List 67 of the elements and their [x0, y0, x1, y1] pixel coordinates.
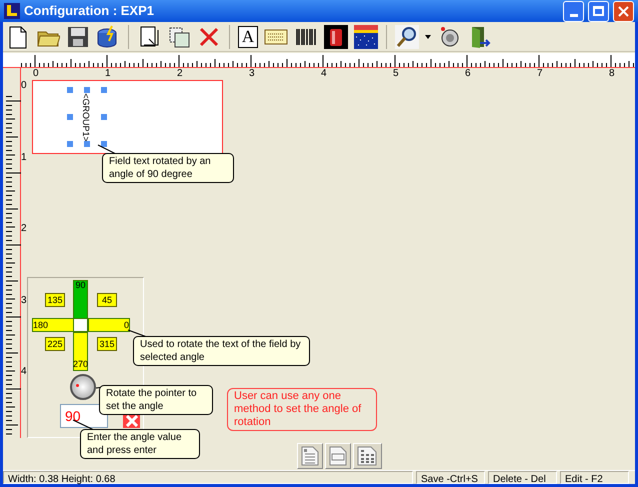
angle-button[interactable]: 45: [97, 293, 117, 307]
app-icon: [4, 3, 20, 19]
shortcut-hint: Delete - Del: [488, 471, 557, 484]
selection-handle[interactable]: [67, 141, 73, 147]
maximize-button[interactable]: [588, 0, 609, 22]
angle-arm[interactable]: 90: [73, 280, 88, 319]
documents-icon: [167, 24, 191, 48]
close-button[interactable]: [613, 0, 634, 22]
image-button[interactable]: [354, 24, 378, 48]
ruler-label: 5: [393, 69, 399, 79]
rotation-knob[interactable]: [70, 374, 96, 400]
selection-handle[interactable]: [84, 87, 90, 93]
minimize-button[interactable]: [563, 0, 584, 22]
close-icon: [126, 414, 138, 426]
selection-handle[interactable]: [101, 141, 107, 147]
shortcut-hint: Save -Ctrl+S: [416, 471, 485, 484]
ruler-label: 4: [21, 367, 27, 377]
grid-view-button[interactable]: [352, 443, 382, 469]
note: User can use any one method to set the angle of rotation: [227, 388, 377, 431]
can-button[interactable]: [324, 24, 348, 48]
callout: Enter the angle value and press enter: [80, 429, 200, 459]
angle-button[interactable]: 315: [97, 337, 117, 351]
field-text[interactable]: <GROUP1>: [80, 93, 90, 142]
search-button[interactable]: [395, 24, 419, 48]
ruler-label: 1: [21, 152, 27, 162]
ruler-label: 4: [321, 69, 327, 79]
document-view-button[interactable]: [296, 443, 322, 469]
caret-icon: [425, 34, 431, 38]
callout: Rotate the pointer to set the angle: [99, 385, 213, 415]
status-text: Width: 0.38 Height: 0.68: [3, 471, 413, 484]
selection-handle[interactable]: [84, 141, 90, 147]
angle-arm[interactable]: 180: [32, 318, 74, 332]
documents-button[interactable]: [167, 24, 191, 48]
selection-handle[interactable]: [101, 114, 107, 120]
can-icon: [324, 24, 348, 48]
leader-line: [97, 144, 117, 155]
selection-handle[interactable]: [67, 114, 73, 120]
ruler-label: 3: [249, 69, 255, 79]
angle-button[interactable]: 135: [45, 293, 65, 307]
ruler-label: 8: [609, 69, 615, 79]
callout: Field text rotated by an angle of 90 degree: [102, 153, 234, 183]
ruler-label: 0: [33, 69, 39, 79]
ruler-label: 2: [177, 69, 183, 79]
angle-input[interactable]: 90: [60, 404, 108, 428]
caret-button[interactable]: [425, 34, 431, 38]
angle-button[interactable]: 225: [45, 337, 65, 351]
ruler-label: 3: [21, 296, 27, 306]
floppy-disk-button[interactable]: [66, 24, 90, 48]
selection-handle[interactable]: [67, 87, 73, 93]
knob-pointer[interactable]: [76, 384, 79, 387]
ruler-label: 1: [105, 69, 111, 79]
close-icon: [618, 6, 629, 16]
leader-line: [127, 329, 148, 338]
ruler-label: 6: [465, 69, 471, 79]
ruler-label: 7: [537, 69, 543, 79]
text-button[interactable]: A: [238, 26, 258, 48]
ruler-label: 2: [21, 224, 27, 234]
callout: Used to rotate the text of the field by selected angle: [133, 336, 310, 366]
form-view-button[interactable]: [324, 443, 350, 469]
selection-handle[interactable]: [101, 87, 107, 93]
ruler-label: 0: [21, 81, 27, 91]
image-icon: [354, 24, 378, 48]
angle-arm[interactable]: 0: [88, 318, 130, 332]
search-icon: [395, 24, 419, 48]
cross-center: [73, 318, 88, 332]
window-title: Configuration : EXP1: [24, 2, 155, 20]
shortcut-hint: Edit - F2: [560, 471, 629, 484]
